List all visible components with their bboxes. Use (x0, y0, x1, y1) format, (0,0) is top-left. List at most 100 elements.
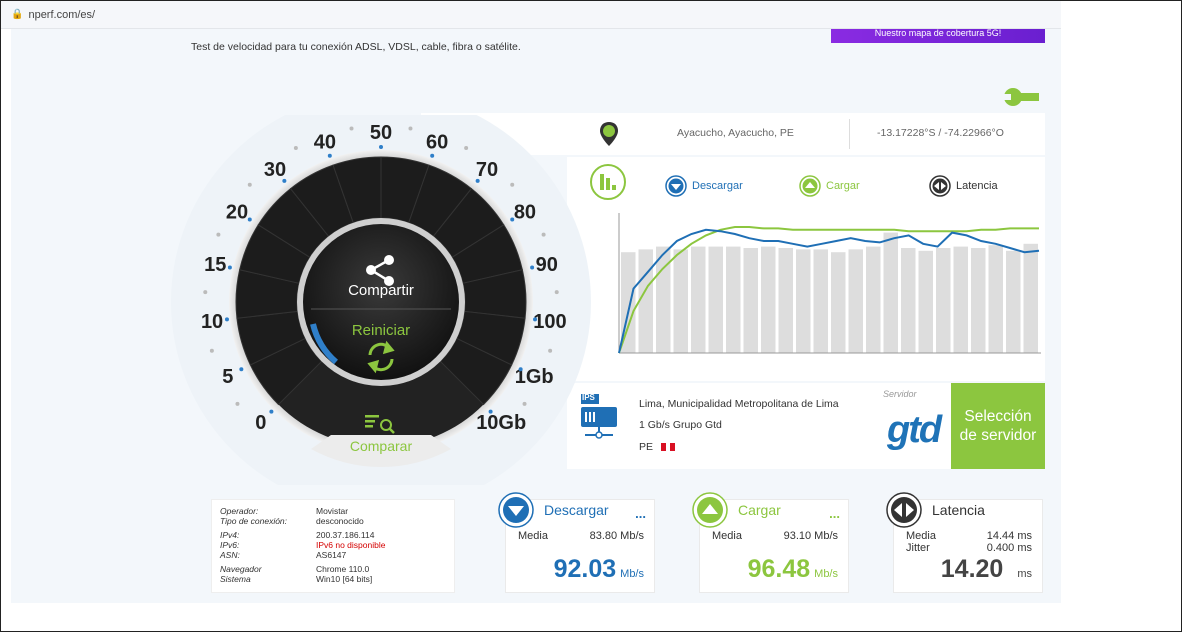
gauge-tick (269, 409, 274, 414)
latency-bar (953, 246, 968, 353)
connection-info: Operador: Movistar Tipo de conexión: desco… (211, 499, 455, 593)
latency-bar (796, 249, 811, 353)
latency-bar (743, 248, 758, 353)
latency-bar (883, 232, 898, 353)
download-avg-value: 83.80 Mb/s (589, 530, 644, 542)
gauge-dot (554, 290, 559, 295)
graph-panel: Descargar Cargar Latencia (567, 157, 1045, 381)
latency-bar (831, 252, 846, 353)
download-value: 92.03 (553, 555, 617, 583)
gauge-dot (464, 145, 469, 150)
promo-banner[interactable]: Nuestro mapa de cobertura 5G! (831, 29, 1045, 43)
latency-icon (929, 175, 951, 197)
info-system: Win10 [64 bits] (316, 574, 373, 584)
gauge-tick (379, 145, 383, 149)
speedtest-page: Nuestro mapa de cobertura 5G! Test de ve… (11, 29, 1061, 603)
restart-button[interactable]: Reiniciar (352, 322, 410, 339)
gauge-dot (548, 348, 553, 353)
latency-bar (1006, 250, 1021, 353)
upload-arrow-icon (692, 492, 728, 528)
gauge-dot (522, 401, 527, 406)
wrench-icon[interactable] (1001, 85, 1041, 109)
download-title: Descargar (544, 502, 609, 518)
gauge-tick (224, 317, 229, 322)
server-country-code: PE (639, 441, 654, 453)
legend-latency[interactable]: Latencia (929, 175, 998, 197)
legend-download[interactable]: Descargar (665, 175, 743, 197)
download-result-card: Descargar ... Media 83.80 Mb/s 92.03 Mb/s (498, 492, 655, 593)
gauge-scale-label: 30 (264, 159, 286, 181)
jitter-value: 0.400 ms (986, 542, 1032, 554)
latency-bar (673, 249, 688, 353)
gauge-dot (293, 145, 298, 150)
gauge-tick (247, 217, 252, 222)
latency-bar (691, 246, 706, 353)
latency-bar (866, 246, 881, 353)
gauge-scale-label: 10 (201, 311, 223, 333)
latency-bar (778, 248, 793, 353)
upload-avg-label: Media (712, 530, 742, 542)
gauge-tick (430, 153, 435, 158)
gauge-tick (282, 178, 287, 183)
url-text[interactable]: nperf.com/es/ (28, 9, 95, 21)
select-server-button[interactable]: Selección de servidor (951, 383, 1045, 469)
latency-bar (813, 249, 828, 353)
latency-avg-label: Media (906, 530, 936, 542)
download-arrow-icon (665, 175, 687, 197)
gauge-scale-label: 50 (370, 122, 392, 144)
latency-bar (638, 249, 653, 353)
latency-value: 14.20 (940, 555, 1004, 583)
server-country: PE (639, 441, 676, 453)
gauge-scale-label: 5 (222, 366, 233, 388)
page-tagline: Test de velocidad para tu conexión ADSL,… (191, 41, 521, 53)
info-connection-type: desconocido (316, 516, 364, 526)
compare-button[interactable]: Comparar (350, 438, 413, 454)
gauge-dot (203, 290, 208, 295)
latency-values: 14.44 ms 0.400 ms (987, 530, 1032, 554)
info-ipv4: 200.37.186.114 (316, 530, 375, 540)
latency-bar (761, 246, 776, 353)
legend-upload[interactable]: Cargar (799, 175, 860, 197)
address-bar[interactable]: 🔒 nperf.com/es/ (1, 1, 1061, 29)
upload-result-card: Cargar ... Media 93.10 Mb/s 96.48 Mb/s (692, 492, 849, 593)
gauge-scale-label: 100 (533, 311, 566, 333)
download-unit: Mb/s (620, 568, 644, 580)
peru-flag-icon (661, 443, 676, 451)
gauge-tick (227, 265, 232, 270)
latency-bar (1023, 243, 1038, 353)
server-label: Servidor (883, 389, 917, 399)
info-key: Tipo de conexión: (220, 516, 288, 526)
upload-avg-value: 93.10 Mb/s (783, 530, 838, 542)
latency-bar (971, 248, 986, 353)
latency-bar (848, 249, 863, 353)
gauge-tick (518, 367, 523, 372)
gauge-tick (530, 265, 535, 270)
info-key: ASN: (220, 550, 240, 560)
chart-legend: Descargar Cargar Latencia (567, 157, 1045, 207)
download-avg-label: Media (518, 530, 548, 542)
gauge-dot (408, 126, 413, 131)
server-panel: IPS Lima, Municipalidad Metropolitana de… (567, 383, 951, 469)
gtd-logo: gtd (887, 409, 942, 451)
info-key: Navegador (220, 564, 262, 574)
gauge-scale-label: 70 (476, 159, 498, 181)
upload-more-button[interactable]: ... (829, 506, 840, 521)
download-more-button[interactable]: ... (635, 506, 646, 521)
gauge-scale-label: 10Gb (476, 412, 526, 434)
lock-icon: 🔒 (11, 9, 24, 20)
latency-result-card: Latencia Media Jitter 14.44 ms 0.400 ms … (886, 492, 1043, 593)
latency-unit: ms (1017, 568, 1032, 580)
legend-latency-label: Latencia (956, 180, 998, 192)
gauge-dot (216, 232, 221, 237)
speed-gauge: Compartir Reiniciar Comparar 0 5 10 15 20 30 4… (171, 115, 591, 485)
gauge-dot (247, 182, 252, 187)
map-pin-icon (600, 122, 618, 146)
latency-labels: Media Jitter (906, 530, 936, 554)
latency-icon (886, 492, 922, 528)
gauge-tick (475, 178, 480, 183)
jitter-label: Jitter (906, 542, 930, 554)
divider (849, 119, 850, 149)
gauge-tick (510, 217, 515, 222)
latency-avg-value: 14.44 ms (986, 530, 1032, 542)
share-button[interactable]: Compartir (348, 282, 414, 299)
